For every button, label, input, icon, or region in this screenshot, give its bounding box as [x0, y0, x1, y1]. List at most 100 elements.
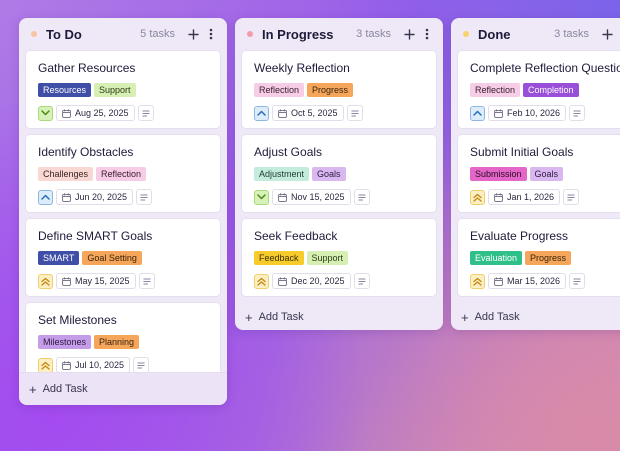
notes-icon[interactable]	[353, 189, 370, 205]
kebab-icon[interactable]	[203, 26, 219, 42]
tag-badge: Milestones	[38, 335, 92, 349]
notes-icon[interactable]	[138, 273, 155, 289]
task-meta: Jul 10, 2025	[38, 357, 210, 372]
tag-list: Feedback Support	[254, 251, 426, 265]
status-dot	[31, 31, 37, 37]
calendar-icon	[494, 192, 507, 202]
task-card[interactable]: Evaluate Progress Evaluation Progress Mar 1…	[457, 218, 620, 297]
add-task-button[interactable]: + Add Task	[451, 302, 620, 330]
tag-badge: Completion	[523, 83, 579, 97]
calendar-icon	[62, 360, 75, 370]
chevron-up-icon[interactable]	[254, 105, 269, 121]
plus-icon[interactable]	[401, 26, 417, 42]
plus-icon: +	[461, 309, 469, 325]
task-card[interactable]: Submit Initial Goals Submission Goals Jan 1…	[457, 134, 620, 213]
plus-icon[interactable]	[185, 26, 201, 42]
plus-icon[interactable]	[599, 26, 615, 42]
task-card[interactable]: Define SMART Goals SMART Goal Setting May 1…	[25, 218, 221, 297]
tag-badge: Support	[94, 83, 136, 97]
notes-icon[interactable]	[353, 273, 370, 289]
task-meta: Aug 25, 2025	[38, 105, 210, 121]
add-task-button[interactable]: + Add Task	[19, 372, 227, 405]
tag-badge: Planning	[94, 335, 140, 349]
tag-list: Evaluation Progress	[470, 251, 620, 265]
task-title: Seek Feedback	[254, 229, 338, 243]
tag-list: Resources Support	[38, 83, 210, 97]
double-chevron-up-icon[interactable]	[38, 357, 53, 372]
task-meta: May 15, 2025	[38, 273, 210, 289]
task-card[interactable]: Adjust Goals Adjustment Goals Nov 15, 2025	[241, 134, 437, 213]
due-date-button[interactable]: Jun 20, 2025	[56, 189, 134, 205]
task-card[interactable]: Identify Obstacles Challenges Reflection Ju…	[25, 134, 221, 213]
due-date-button[interactable]: Nov 15, 2025	[272, 189, 351, 205]
due-date-button[interactable]: Feb 10, 2026	[488, 105, 567, 121]
task-card[interactable]: Set Milestones Milestones Planning Jul 10, …	[25, 302, 221, 372]
chevron-up-icon[interactable]	[38, 189, 53, 205]
status-dot	[247, 31, 253, 37]
due-date-button[interactable]: Aug 25, 2025	[56, 105, 135, 121]
tag-badge: Reflection	[470, 83, 521, 97]
tag-list: Reflection Progress	[254, 83, 426, 97]
due-date: Jul 10, 2025	[75, 360, 125, 370]
double-chevron-up-icon[interactable]	[470, 273, 485, 289]
due-date: Oct 5, 2025	[291, 108, 338, 118]
card-list: Complete Reflection Questions Reflection C…	[451, 50, 620, 297]
column-title: Done	[478, 26, 511, 42]
calendar-icon	[62, 192, 75, 202]
notes-icon[interactable]	[137, 105, 154, 121]
add-task-label: Add Task	[258, 311, 304, 323]
chevron-down-icon[interactable]	[254, 189, 269, 205]
notes-icon[interactable]	[569, 273, 586, 289]
tag-badge: Progress	[307, 83, 354, 97]
task-card[interactable]: Seek Feedback Feedback Support Dec 20, 2025	[241, 218, 437, 297]
notes-icon[interactable]	[569, 105, 586, 121]
tag-badge: Submission	[470, 167, 527, 181]
task-card[interactable]: Gather Resources Resources Support Aug 25, …	[25, 50, 221, 129]
column-title: In Progress	[262, 26, 334, 42]
kebab-icon[interactable]	[419, 26, 435, 42]
due-date: Aug 25, 2025	[75, 108, 129, 118]
notes-icon[interactable]	[133, 357, 150, 372]
plus-icon: +	[29, 381, 37, 397]
notes-icon[interactable]	[136, 189, 153, 205]
column-title: To Do	[46, 26, 82, 42]
notes-icon[interactable]	[346, 105, 363, 121]
due-date: May 15, 2025	[75, 276, 130, 286]
column-header: To Do 5 tasks	[19, 18, 227, 50]
add-task-label: Add Task	[42, 383, 88, 395]
tag-list: SMART Goal Setting	[38, 251, 210, 265]
double-chevron-up-icon[interactable]	[38, 273, 53, 289]
calendar-icon	[278, 108, 291, 118]
task-title: Complete Reflection Questions	[470, 61, 620, 75]
notes-icon[interactable]	[563, 189, 580, 205]
tag-badge: Resources	[38, 83, 92, 97]
due-date: Jun 20, 2025	[75, 192, 128, 202]
due-date-button[interactable]: Oct 5, 2025	[272, 105, 344, 121]
task-card[interactable]: Complete Reflection Questions Reflection C…	[457, 50, 620, 129]
task-meta: Jun 20, 2025	[38, 189, 210, 205]
calendar-icon	[494, 276, 507, 286]
task-count: 3 tasks	[554, 28, 589, 40]
due-date: Dec 20, 2025	[291, 276, 345, 286]
task-title: Set Milestones	[38, 313, 117, 327]
tag-badge: Reflection	[96, 167, 147, 181]
double-chevron-up-icon[interactable]	[254, 273, 269, 289]
double-chevron-up-icon[interactable]	[470, 189, 485, 205]
due-date: Jan 1, 2026	[507, 192, 555, 202]
chevron-up-icon[interactable]	[470, 105, 485, 121]
task-title: Submit Initial Goals	[470, 145, 574, 159]
due-date-button[interactable]: Dec 20, 2025	[272, 273, 351, 289]
task-title: Define SMART Goals	[38, 229, 153, 243]
tag-list: Challenges Reflection	[38, 167, 210, 181]
plus-icon: +	[245, 309, 253, 325]
due-date: Mar 15, 2026	[507, 276, 561, 286]
task-card[interactable]: Weekly Reflection Reflection Progress Oct 5…	[241, 50, 437, 129]
column-in-progress: In Progress 3 tasks Weekly Reflection Refle…	[235, 18, 443, 330]
due-date-button[interactable]: Jul 10, 2025	[56, 357, 131, 372]
due-date-button[interactable]: Mar 15, 2026	[488, 273, 567, 289]
add-task-button[interactable]: + Add Task	[235, 302, 443, 330]
chevron-down-icon[interactable]	[38, 105, 53, 121]
due-date-button[interactable]: May 15, 2025	[56, 273, 136, 289]
task-meta: Dec 20, 2025	[254, 273, 426, 289]
due-date-button[interactable]: Jan 1, 2026	[488, 189, 561, 205]
